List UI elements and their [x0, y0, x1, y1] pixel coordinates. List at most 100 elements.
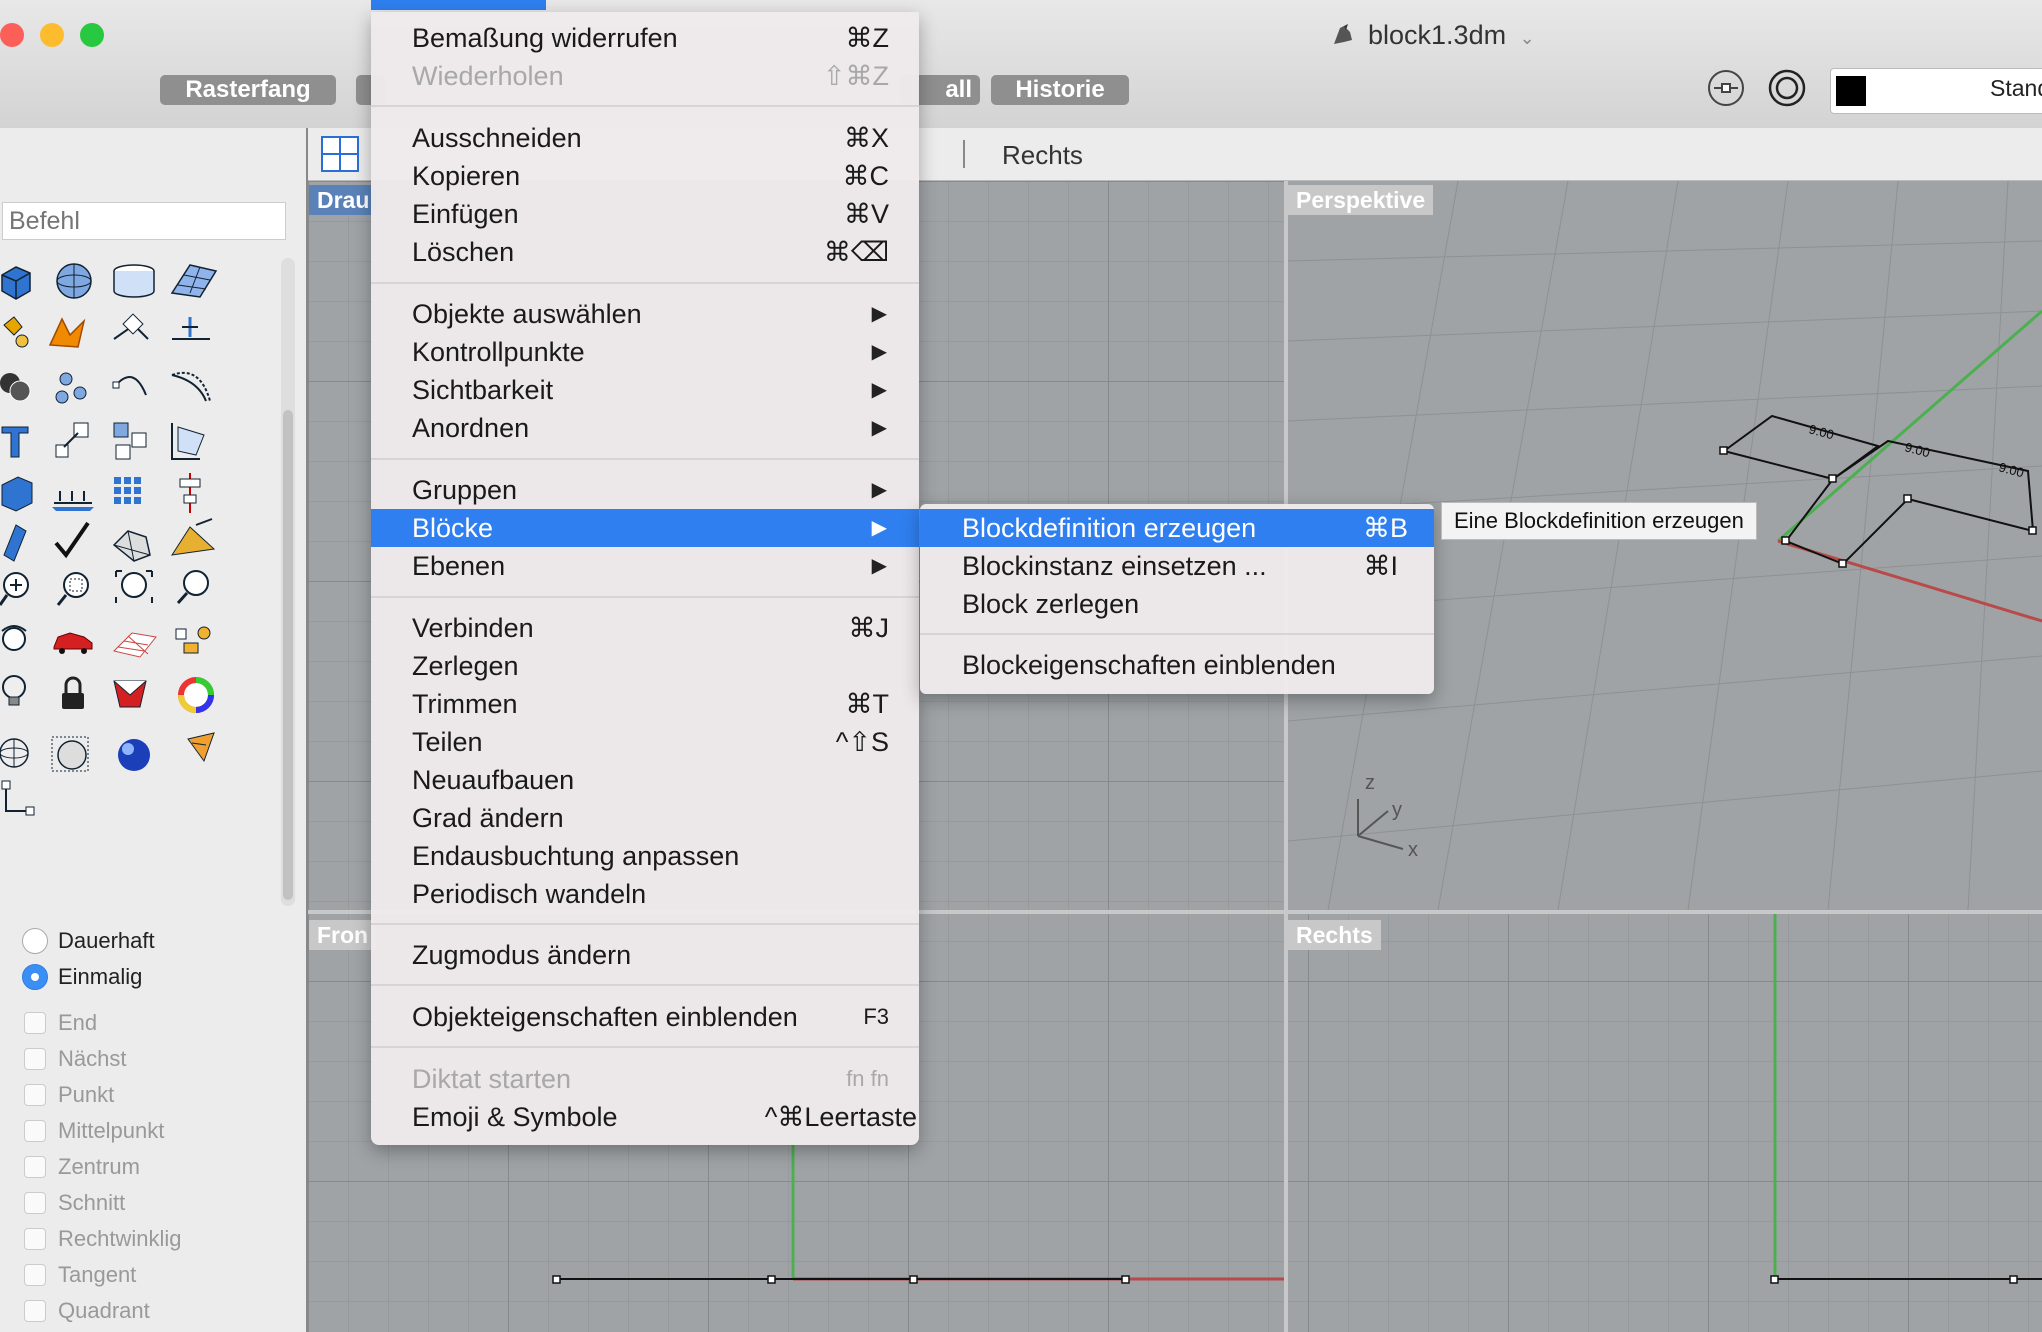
- command-input[interactable]: [2, 202, 286, 240]
- grid-plane-icon[interactable]: [113, 632, 157, 658]
- cylinder-tool-icon[interactable]: [113, 264, 155, 298]
- menu-item-rebuild[interactable]: Neuaufbauen: [371, 761, 919, 799]
- color-wheel-icon[interactable]: [178, 677, 214, 713]
- menu-item-emoji-symbols[interactable]: Emoji & Symbole ^⌘Leertaste: [371, 1098, 919, 1136]
- menu-item-explode[interactable]: Zerlegen: [371, 647, 919, 685]
- layers-shapes-icon[interactable]: [175, 626, 211, 654]
- snap-tangent-checkbox[interactable]: [24, 1264, 46, 1286]
- snap-end-checkbox[interactable]: [24, 1012, 46, 1034]
- extrude-tool-icon[interactable]: [113, 313, 149, 340]
- mesh-tool-icon[interactable]: [112, 530, 151, 562]
- menu-item-trim[interactable]: Trimmen ⌘T: [371, 685, 919, 723]
- right-viewport[interactable]: [1288, 914, 2042, 1332]
- dimension-small-icon[interactable]: [1, 780, 35, 816]
- dauerhaft-radio[interactable]: [22, 928, 48, 954]
- menu-item-adjust-end-bulge[interactable]: Endausbuchtung anpassen: [371, 837, 919, 875]
- zoom-window-icon[interactable]: [80, 23, 104, 47]
- document-title[interactable]: block1.3dm ⌄: [1368, 20, 1535, 51]
- snap-schnitt-checkbox[interactable]: [24, 1192, 46, 1214]
- text-tool-icon[interactable]: [1, 426, 29, 458]
- einmalig-radio[interactable]: [22, 964, 48, 990]
- tab-rechts[interactable]: Rechts: [1002, 140, 1083, 171]
- light-bulb-icon[interactable]: [2, 675, 26, 706]
- snap-rechtwinklig-checkbox[interactable]: [24, 1228, 46, 1250]
- menu-item-visibility[interactable]: Sichtbarkeit ▶: [371, 371, 919, 409]
- zoom-extents-icon[interactable]: [115, 570, 153, 603]
- car-render-icon[interactable]: [53, 632, 93, 654]
- minimize-window-icon[interactable]: [40, 23, 64, 47]
- points-tool-icon[interactable]: [55, 372, 87, 404]
- grid-array-tool-icon[interactable]: [114, 477, 141, 504]
- project-tool-icon[interactable]: [172, 317, 210, 340]
- gumball-icon[interactable]: [1706, 68, 1746, 108]
- lock-icon[interactable]: [62, 676, 84, 709]
- menu-item-change-degree[interactable]: Grad ändern: [371, 799, 919, 837]
- historie-button[interactable]: Historie: [991, 75, 1129, 105]
- arc-tool-icon[interactable]: [112, 376, 147, 396]
- menu-item-control-points[interactable]: Kontrollpunkte ▶: [371, 333, 919, 371]
- menu-item-groups[interactable]: Gruppen ▶: [371, 471, 919, 509]
- menu-item-undo[interactable]: Bemaßung widerrufen ⌘Z: [371, 19, 919, 57]
- material-icon[interactable]: [113, 680, 147, 708]
- viewport-label-top[interactable]: Drau: [309, 185, 378, 215]
- menu-item-delete[interactable]: Löschen ⌘⌫: [371, 233, 919, 271]
- rendered-sphere-icon[interactable]: [118, 739, 150, 771]
- menu-item-layers[interactable]: Ebenen ▶: [371, 547, 919, 585]
- surface-tool-icon[interactable]: [170, 264, 218, 298]
- pipe-tool-icon[interactable]: [3, 524, 27, 562]
- submenu-item-show-block-properties[interactable]: Blockeigenschaften einblenden: [920, 646, 1434, 684]
- render-tool-icon[interactable]: [187, 732, 215, 763]
- align-tool-icon[interactable]: [179, 473, 201, 513]
- viewport-label-perspective[interactable]: Perspektive: [1288, 185, 1434, 215]
- transform-tool-icon[interactable]: [171, 423, 205, 460]
- rasterfang-button[interactable]: Rasterfang: [160, 75, 336, 105]
- scale-tool-icon[interactable]: [55, 422, 89, 458]
- submenu-arrow-icon: ▶: [871, 517, 887, 539]
- snap-naechst-checkbox[interactable]: [24, 1048, 46, 1070]
- menu-item-make-periodic[interactable]: Periodisch wandeln: [371, 875, 919, 913]
- dimension-tool-icon[interactable]: [52, 491, 94, 511]
- menu-item-blocks[interactable]: Blöcke ▶: [371, 509, 919, 547]
- solid-tools-icon[interactable]: [3, 316, 29, 348]
- submenu-item-create-block-definition[interactable]: Blockdefinition erzeugen ⌘B: [920, 509, 1434, 547]
- explode-tool-icon[interactable]: [48, 317, 86, 348]
- viewport-label-front[interactable]: Fron: [309, 920, 377, 950]
- snap-punkt-checkbox[interactable]: [24, 1084, 46, 1106]
- zoom-selected-icon[interactable]: [176, 570, 209, 605]
- edit-menu-title-highlight[interactable]: [371, 0, 546, 10]
- check-tool-icon[interactable]: [54, 521, 90, 559]
- array-tool-icon[interactable]: [113, 422, 147, 460]
- solid-box-tool-icon[interactable]: [1, 476, 33, 512]
- box-tool-icon[interactable]: [1, 266, 31, 300]
- curve-tool-icon[interactable]: [171, 371, 211, 402]
- render-mesh-tool-icon[interactable]: [170, 518, 216, 556]
- menu-item-copy[interactable]: Kopieren ⌘C: [371, 157, 919, 195]
- viewport-layout-icon[interactable]: [320, 135, 360, 173]
- menu-item-paste[interactable]: Einfügen ⌘V: [371, 195, 919, 233]
- toolbar-scrollbar-thumb[interactable]: [283, 410, 293, 900]
- zoom-window-icon[interactable]: [56, 572, 89, 606]
- menu-item-join[interactable]: Verbinden ⌘J: [371, 609, 919, 647]
- wireframe-sphere-icon[interactable]: [0, 738, 29, 768]
- menu-item-object-properties[interactable]: Objekteigenschaften einblenden F3: [371, 998, 919, 1036]
- zoom-in-icon[interactable]: [0, 572, 29, 606]
- einmalig-label: Einmalig: [58, 964, 143, 989]
- sphere-tool-icon[interactable]: [56, 263, 92, 299]
- close-window-icon[interactable]: [0, 23, 24, 47]
- snap-quadrant-checkbox[interactable]: [24, 1300, 46, 1322]
- menu-item-arrange[interactable]: Anordnen ▶: [371, 409, 919, 447]
- menu-item-select-objects[interactable]: Objekte auswählen ▶: [371, 295, 919, 333]
- rotate-view-icon[interactable]: [1, 625, 27, 651]
- booleans-tool-icon[interactable]: [0, 373, 31, 402]
- viewport-label-right[interactable]: Rechts: [1288, 920, 1381, 950]
- submenu-item-explode-block[interactable]: Block zerlegen: [920, 585, 1434, 623]
- snap-mittelpunkt-checkbox[interactable]: [24, 1120, 46, 1142]
- snap-zentrum-checkbox[interactable]: [24, 1156, 46, 1178]
- menu-item-split[interactable]: Teilen ^⇧S: [371, 723, 919, 761]
- shaded-sphere-icon[interactable]: [51, 736, 89, 772]
- menu-item-cut[interactable]: Ausschneiden ⌘X: [371, 119, 919, 157]
- layer-color-swatch[interactable]: [1836, 76, 1866, 106]
- menu-item-drag-mode[interactable]: Zugmodus ändern: [371, 936, 919, 974]
- osnap-target-icon[interactable]: [1767, 68, 1807, 108]
- submenu-item-insert-block-instance[interactable]: Blockinstanz einsetzen ... ⌘I: [920, 547, 1434, 585]
